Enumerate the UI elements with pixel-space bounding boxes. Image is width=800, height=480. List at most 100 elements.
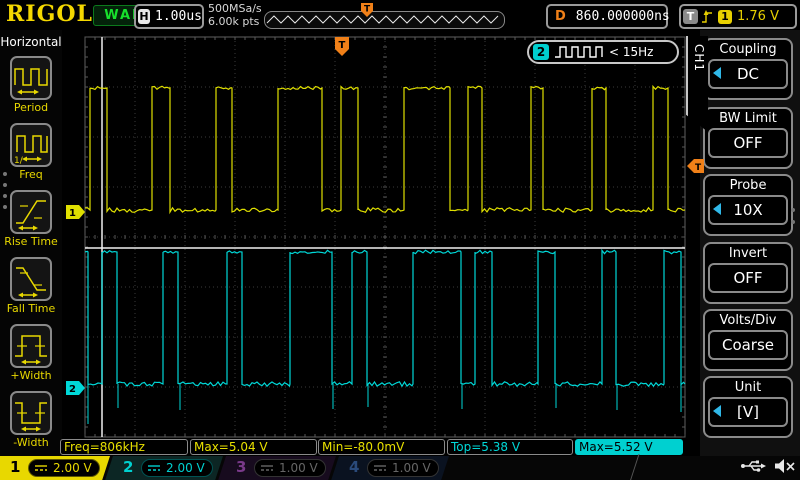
dc-coupling-icon (373, 462, 387, 474)
active-channel-tab[interactable]: CH1 (686, 36, 708, 132)
menu-item-label: Period (0, 101, 62, 114)
delay-label: D (555, 9, 566, 24)
grid-border (85, 37, 685, 437)
menu-item-fall-time[interactable]: Fall Time (0, 257, 62, 315)
ch1-ground-marker-label: 1 (69, 208, 76, 219)
channel-scale-box: 1.00 V (254, 459, 326, 477)
menu-group-value[interactable]: Coarse (708, 330, 788, 360)
usb-icon (740, 458, 766, 474)
menu-item-label: Freq (0, 168, 62, 181)
trigger-level-value: 1.76 V (737, 9, 779, 24)
trigger-source-chip: 1 (718, 10, 732, 24)
channel-3-tab[interactable]: 3 1.00 V (218, 456, 336, 480)
submenu-arrow-icon (713, 405, 721, 417)
channel-scale: 1.00 V (392, 461, 431, 475)
channel-1-tab[interactable]: 1 2.00 V (0, 456, 110, 480)
minus-width-icon (12, 393, 50, 433)
channel-scale-box: 2.00 V (28, 459, 100, 477)
h-label-chip: H (138, 9, 150, 24)
menu-group-invert[interactable]: Invert OFF (703, 242, 793, 304)
channel-scale: 1.00 V (279, 461, 318, 475)
period-icon (12, 58, 50, 98)
menu-group-value[interactable]: [V] (708, 397, 788, 427)
fall-time-icon (12, 259, 50, 299)
measure-menu-title: Horizontal (0, 35, 62, 49)
channel-4-tab[interactable]: 4 1.00 V (331, 456, 449, 480)
trigger-position-letter: T (339, 40, 346, 51)
ch2-waveform (85, 250, 685, 386)
menu-item-label: Fall Time (0, 302, 62, 315)
submenu-arrow-icon (713, 203, 721, 215)
status-divider (629, 454, 639, 480)
menu-item-minus-width[interactable]: -Width (0, 391, 62, 449)
dc-coupling-icon (34, 462, 48, 474)
channel-menu-sidebar: Coupling DC BW Limit OFF Probe 10X Inver… (700, 30, 800, 456)
ch2-ground-marker[interactable] (66, 381, 85, 395)
measurement-max-ch1[interactable]: Max=5.04 V (190, 439, 317, 455)
delay-value: 860.000000ns (576, 9, 670, 24)
menu-group-volts-div[interactable]: Volts/Div Coarse (703, 309, 793, 371)
menu-group-title: Probe (705, 178, 791, 193)
measurement-min[interactable]: Min=-80.0mV (318, 439, 445, 455)
menu-group-title: BW Limit (705, 111, 791, 126)
channel-scale-box: 2.00 V (141, 459, 213, 477)
menu-group-title: Volts/Div (705, 313, 791, 328)
menu-item-period[interactable]: Period (0, 56, 62, 114)
menu-group-bw-limit[interactable]: BW Limit OFF (703, 107, 793, 169)
menu-group-value[interactable]: 10X (708, 195, 788, 225)
menu-group-value[interactable]: DC (708, 59, 788, 89)
trigger-frequency-badge: 2 < 15Hz (527, 40, 679, 64)
oscilloscope-screen: RIGOL WAIT H 1.00us 500MSa/s 6.00k pts D… (0, 0, 800, 480)
acquisition-info: 500MSa/s 6.00k pts (208, 2, 262, 28)
submenu-arrow-icon (713, 67, 721, 79)
menu-item-label: Rise Time (0, 235, 62, 248)
menu-group-title: Invert (705, 246, 791, 261)
trigger-label-chip: T (683, 9, 698, 24)
channel-number: 2 (123, 458, 133, 476)
scroll-dot (3, 194, 7, 198)
ch2-ground-marker-label: 2 (69, 384, 76, 395)
menu-item-freq[interactable]: 1/ Freq (0, 123, 62, 181)
channel-2-tab[interactable]: 2 2.00 V (105, 456, 223, 480)
memory-depth: 6.00k pts (208, 15, 262, 28)
measurement-freq[interactable]: Freq=806kHz (60, 439, 188, 455)
menu-group-value[interactable]: OFF (708, 128, 788, 158)
square-wave-icon (555, 45, 603, 59)
rigol-logo: RIGOL (6, 1, 93, 27)
menu-item-rise-time[interactable]: Rise Time (0, 190, 62, 248)
horizontal-timebase-box: H 1.00us (134, 4, 204, 29)
channel-number: 1 (10, 458, 20, 476)
menu-item-label: -Width (0, 436, 62, 449)
top-status-bar: RIGOL WAIT H 1.00us 500MSa/s 6.00k pts D… (0, 0, 800, 30)
speaker-muted-icon (774, 458, 796, 474)
menu-group-title: Unit (705, 380, 791, 395)
dc-coupling-icon (260, 462, 274, 474)
timebase-value: 1.00us (155, 9, 202, 24)
ch1-ground-marker[interactable] (66, 205, 85, 219)
svg-text:1/: 1/ (14, 156, 24, 165)
channel-number: 4 (349, 458, 359, 476)
waveform-display: TTT12 (0, 0, 800, 480)
menu-group-probe[interactable]: Probe 10X (703, 174, 793, 236)
measurement-max-ch2[interactable]: Max=5.52 V (575, 439, 683, 455)
delay-box: D 860.000000ns (546, 4, 668, 29)
sample-rate: 500MSa/s (208, 2, 262, 15)
scroll-dot (791, 220, 795, 224)
trigger-position-marker[interactable] (335, 37, 349, 56)
waveform-memory-preview[interactable] (264, 11, 505, 29)
channel-status-bar: 1 2.00 V 2 2.00 V (0, 456, 800, 480)
channel-scale: 2.00 V (166, 461, 205, 475)
channel-scale: 2.00 V (53, 461, 92, 475)
scroll-dot (791, 208, 795, 212)
trigger-frequency-text: < 15Hz (609, 45, 653, 59)
scroll-dot (3, 183, 7, 187)
menu-group-value[interactable]: OFF (708, 263, 788, 293)
rise-time-icon (12, 192, 50, 232)
menu-group-coupling[interactable]: Coupling DC (703, 38, 793, 100)
menu-group-unit[interactable]: Unit [V] (703, 376, 793, 438)
measure-menu-sidebar: Horizontal Period 1/ Freq (0, 30, 62, 456)
freq-icon: 1/ (12, 125, 50, 165)
plus-width-icon (12, 326, 50, 366)
menu-item-plus-width[interactable]: +Width (0, 324, 62, 382)
measurement-top[interactable]: Top=5.38 V (447, 439, 573, 455)
